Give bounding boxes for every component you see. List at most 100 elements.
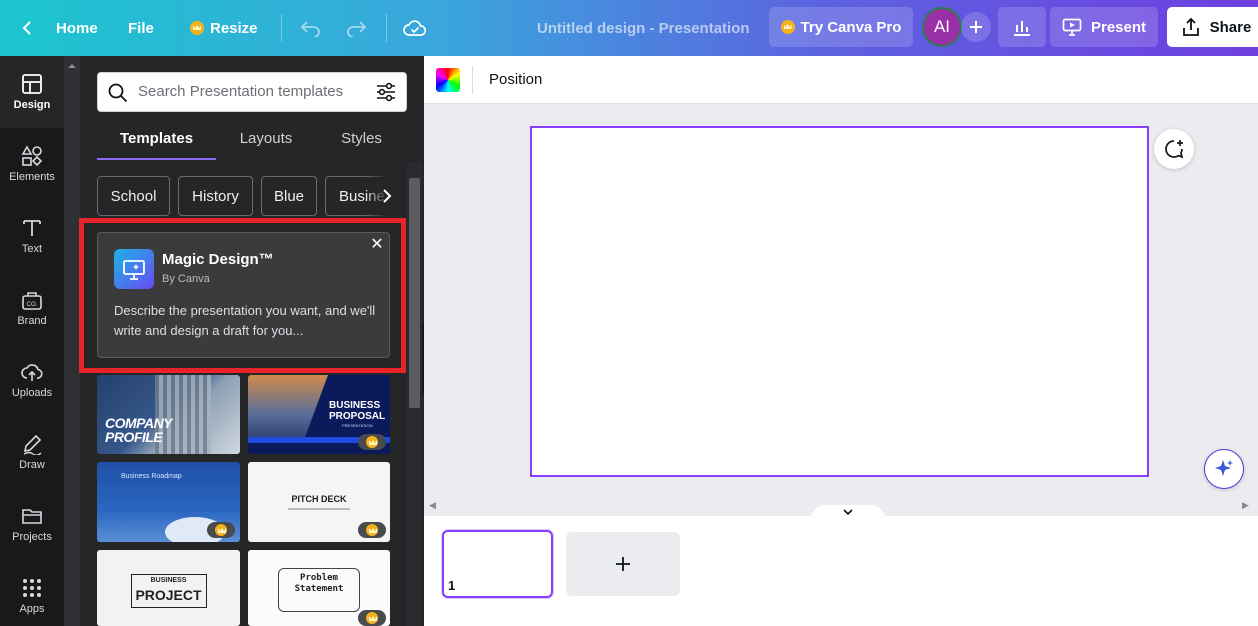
pro-badge <box>358 610 386 626</box>
template-line2: PROJECT <box>135 587 202 603</box>
magic-assistant-button[interactable] <box>1204 449 1244 489</box>
avatar-initials: AI <box>933 17 951 36</box>
template-business-roadmap[interactable]: Business Roadmap <box>97 462 240 542</box>
plus-icon <box>616 557 630 571</box>
rail-label: Draw <box>19 459 45 471</box>
slide-canvas[interactable] <box>530 126 1149 477</box>
filter-sliders-icon[interactable] <box>375 82 397 102</box>
chip-blue[interactable]: Blue <box>261 176 317 216</box>
rail-item-projects[interactable]: Projects <box>0 488 64 560</box>
highlight-annotation <box>79 218 406 373</box>
pro-badge <box>358 522 386 538</box>
page-thumbnail[interactable] <box>442 530 553 598</box>
svg-text:CO.: CO. <box>27 302 38 308</box>
active-tab-indicator <box>97 158 216 160</box>
crown-icon <box>215 524 227 536</box>
search-input[interactable]: Search Presentation templates <box>97 72 407 112</box>
present-button[interactable]: Present <box>1050 7 1158 47</box>
chip-school[interactable]: School <box>97 176 170 216</box>
template-business-proposal[interactable]: BUSINESS PROPOSAL PRESENTATION <box>248 375 390 454</box>
redo-button[interactable] <box>345 0 367 56</box>
home-button[interactable]: Home <box>20 0 98 56</box>
crown-icon <box>190 21 204 35</box>
rail-item-apps[interactable]: Apps <box>0 560 64 626</box>
panel-tabs: Templates Layouts Styles <box>97 122 407 160</box>
search-placeholder: Search Presentation templates <box>138 83 344 100</box>
undo-button[interactable] <box>300 0 322 56</box>
chevron-right-icon[interactable] <box>381 188 393 204</box>
rail-label: Projects <box>12 531 52 543</box>
resize-label: Resize <box>210 19 258 37</box>
shapes-icon <box>21 145 43 167</box>
tab-layouts[interactable]: Layouts <box>216 122 316 158</box>
context-toolbar <box>424 56 1258 104</box>
template-business-project[interactable]: BUSINESS PROJECT <box>97 550 240 626</box>
rail-label: Text <box>21 243 43 255</box>
brand-icon: CO. <box>22 292 42 310</box>
share-label: Share <box>1209 18 1252 36</box>
cloud-check-icon <box>403 20 427 36</box>
tab-templates[interactable]: Templates <box>97 122 216 158</box>
position-button[interactable]: Position <box>489 56 542 104</box>
rail-label: Brand <box>17 315 47 327</box>
template-line2: PROFILE <box>105 429 163 445</box>
cloud-save-button[interactable] <box>403 0 427 56</box>
crown-icon <box>780 20 795 34</box>
canva-editor: Home File Resize Untitled design - Prese… <box>0 0 1258 626</box>
pro-badge <box>207 522 235 538</box>
template-line1: Business Roadmap <box>121 473 182 480</box>
tab-styles[interactable]: Styles <box>316 122 407 158</box>
pen-icon <box>23 434 42 455</box>
chevron-left-icon <box>22 21 31 35</box>
bar-chart-icon <box>1014 21 1030 36</box>
rail-item-uploads[interactable]: Uploads <box>0 344 64 416</box>
city-image <box>248 375 328 440</box>
try-canva-pro-button[interactable]: Try Canva Pro <box>769 7 913 47</box>
scroll-left-icon[interactable]: ◀ <box>429 500 436 511</box>
home-label: Home <box>56 19 98 37</box>
template-problem-statement[interactable]: Problem Statement <box>248 550 390 626</box>
add-collaborator-button[interactable] <box>961 12 991 42</box>
redo-icon <box>347 21 367 37</box>
template-line2: PROPOSAL <box>329 411 386 422</box>
file-menu-button[interactable]: File <box>128 0 154 56</box>
panel-scrollbar-thumb[interactable] <box>409 178 420 408</box>
rail-label: Elements <box>9 171 55 183</box>
rail-item-draw[interactable]: Draw <box>0 416 64 488</box>
scroll-up-icon <box>68 64 76 68</box>
divider <box>386 14 387 42</box>
folder-icon <box>22 509 42 524</box>
rail-item-elements[interactable]: Elements <box>0 128 64 200</box>
divider <box>281 14 282 42</box>
template-company-profile[interactable]: COMPANY PROFILE <box>97 375 240 454</box>
subtitle-line <box>288 508 350 510</box>
search-icon <box>108 83 128 103</box>
template-line1: PITCH DECK <box>291 494 347 504</box>
add-page-button[interactable] <box>566 532 680 596</box>
scroll-right-icon[interactable]: ▶ <box>1242 500 1249 511</box>
share-icon <box>1182 17 1199 36</box>
top-bar: Home File Resize Untitled design - Prese… <box>0 0 1258 56</box>
rail-item-design[interactable]: Design <box>0 56 64 128</box>
rail-item-text[interactable]: Text <box>0 200 64 272</box>
sparkle-icon <box>1215 460 1233 476</box>
panel-left-scrollbar[interactable] <box>64 56 80 626</box>
template-line2: Statement <box>294 584 344 594</box>
avatar[interactable]: AI <box>922 7 962 47</box>
template-line1: BUSINESS <box>329 400 381 411</box>
try-pro-label: Try Canva Pro <box>800 18 902 36</box>
divider <box>472 66 473 94</box>
undo-icon <box>300 21 320 37</box>
template-pitch-deck[interactable]: PITCH DECK <box>248 462 390 542</box>
add-comment-button[interactable] <box>1154 129 1194 169</box>
text-icon <box>23 220 41 236</box>
share-button[interactable]: Share <box>1167 7 1258 47</box>
background-color-button[interactable] <box>436 68 460 92</box>
insights-button[interactable] <box>998 7 1046 47</box>
page-number: 1 <box>448 578 456 593</box>
rail-item-brand[interactable]: CO. Brand <box>0 272 64 344</box>
cloud-upload-icon <box>21 364 43 381</box>
chip-history[interactable]: History <box>178 176 253 216</box>
resize-button[interactable]: Resize <box>190 0 258 56</box>
document-title[interactable]: Untitled design - Presentation <box>537 0 750 56</box>
